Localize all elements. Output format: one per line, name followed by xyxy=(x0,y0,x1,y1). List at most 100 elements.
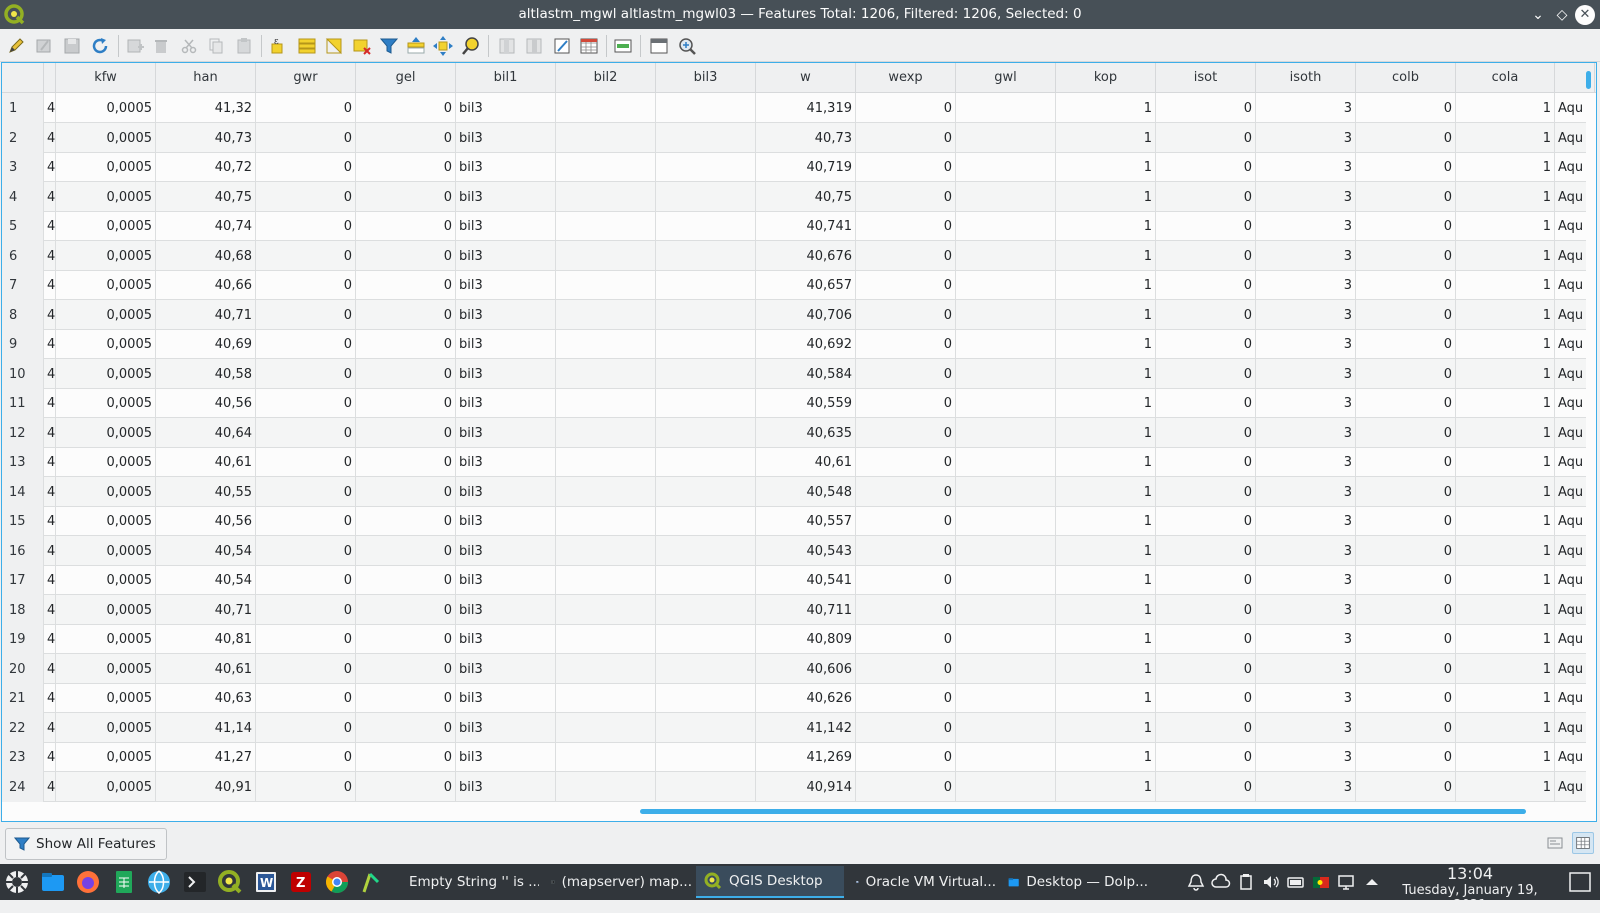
table-cell[interactable]: 40,559 xyxy=(756,388,856,418)
show-all-features-button[interactable]: Show All Features xyxy=(5,828,167,860)
table-cell[interactable]: 0 xyxy=(256,329,356,359)
table-cell[interactable] xyxy=(956,535,1056,566)
spreadsheet-icon[interactable] xyxy=(110,868,138,896)
table-cell[interactable]: 0 xyxy=(1356,358,1456,389)
table-cell[interactable]: bil3 xyxy=(456,742,556,772)
table-cell[interactable]: 1 xyxy=(1456,447,1555,477)
table-cell[interactable] xyxy=(556,211,656,241)
table-row[interactable]: 11 4 0,0005 40,56 0 0 bil3 40,559 0 1 0 3 0 1 Aqu xyxy=(2,388,1586,418)
table-row[interactable]: 24 4 0,0005 40,91 0 0 bil3 40,914 0 1 0 3 0 1 Aqu xyxy=(2,771,1586,802)
table-cell[interactable]: 3 xyxy=(1256,506,1356,536)
table-cell[interactable]: 1 xyxy=(1056,329,1156,359)
table-cell[interactable]: 0,0005 xyxy=(56,476,156,507)
table-cell[interactable]: 0 xyxy=(1356,122,1456,153)
table-row[interactable]: 16 4 0,0005 40,54 0 0 bil3 40,543 0 1 0 3 0 1 Aqu xyxy=(2,535,1586,566)
taskbar-task-5[interactable]: Desktop — Dolp... xyxy=(1000,866,1148,898)
table-cell[interactable] xyxy=(956,388,1056,418)
table-cell[interactable]: 1 xyxy=(1456,329,1555,359)
table-cell[interactable]: 0 xyxy=(356,358,456,389)
table-cell[interactable]: 1 xyxy=(1056,240,1156,271)
table-cell[interactable]: 3 xyxy=(1256,565,1356,595)
header-column-gwr[interactable]: gwr xyxy=(256,63,356,93)
table-cell[interactable]: bil3 xyxy=(456,211,556,241)
table-cell[interactable]: 1 xyxy=(1456,771,1555,802)
table-cell[interactable]: 0 xyxy=(1156,712,1256,743)
table-row[interactable]: 7 4 0,0005 40,66 0 0 bil3 40,657 0 1 0 3 0 1 Aqu xyxy=(2,270,1586,300)
writer-icon[interactable]: W xyxy=(252,868,280,896)
table-cell[interactable]: 4 xyxy=(44,742,56,772)
save-edits-icon[interactable] xyxy=(61,35,83,57)
select-all-icon[interactable] xyxy=(296,35,318,57)
header-column-wexp[interactable]: wexp xyxy=(856,63,956,93)
table-cell[interactable]: 40,72 xyxy=(156,152,256,182)
table-cell[interactable]: 0,0005 xyxy=(56,565,156,595)
pan-to-selection-icon[interactable] xyxy=(432,35,454,57)
taskbar-task-3[interactable]: QGIS Desktop xyxy=(696,866,844,898)
table-row[interactable]: 22 4 0,0005 41,14 0 0 bil3 41,142 0 1 0 3 0 1 Aqu xyxy=(2,712,1586,743)
table-cell[interactable]: Aqu xyxy=(1555,418,1586,448)
table-cell[interactable] xyxy=(556,683,656,713)
maximize-button[interactable]: ◇ xyxy=(1552,5,1572,25)
table-cell[interactable]: 40,68 xyxy=(156,240,256,271)
table-cell[interactable] xyxy=(556,299,656,330)
table-cell[interactable]: 0 xyxy=(856,594,956,625)
table-cell[interactable]: 0 xyxy=(356,240,456,271)
table-cell[interactable] xyxy=(956,506,1056,536)
table-cell[interactable]: 0 xyxy=(856,417,956,448)
table-cell[interactable]: 0,0005 xyxy=(56,447,156,477)
table-cell[interactable]: 0,0005 xyxy=(56,624,156,654)
table-cell[interactable]: 0 xyxy=(356,506,456,536)
table-row[interactable]: 5 4 0,0005 40,74 0 0 bil3 40,741 0 1 0 3 0 1 Aqu xyxy=(2,211,1586,241)
row-number[interactable]: 22 xyxy=(2,712,44,743)
row-number[interactable]: 16 xyxy=(2,535,44,566)
table-cell[interactable]: 0 xyxy=(1156,771,1256,802)
table-cell[interactable]: 0 xyxy=(1156,476,1256,507)
table-row[interactable]: 18 4 0,0005 40,71 0 0 bil3 40,711 0 1 0 3 0 1 Aqu xyxy=(2,594,1586,625)
table-cell[interactable]: 4 xyxy=(44,683,56,713)
table-cell[interactable]: 0 xyxy=(356,417,456,448)
table-cell[interactable]: 0 xyxy=(1356,653,1456,684)
table-cell[interactable] xyxy=(556,388,656,418)
table-cell[interactable]: 1 xyxy=(1456,152,1555,182)
header-corner[interactable] xyxy=(2,63,44,93)
table-cell[interactable]: 1 xyxy=(1056,565,1156,595)
table-cell[interactable]: 40,61 xyxy=(156,653,256,684)
table-row[interactable]: 3 4 0,0005 40,72 0 0 bil3 40,719 0 1 0 3 0 1 Aqu xyxy=(2,152,1586,182)
table-cell[interactable]: 0 xyxy=(356,388,456,418)
deselect-icon[interactable] xyxy=(351,35,373,57)
row-number[interactable]: 14 xyxy=(2,476,44,507)
row-number[interactable]: 10 xyxy=(2,358,44,389)
table-cell[interactable]: 40,63 xyxy=(156,683,256,713)
table-cell[interactable] xyxy=(656,122,756,153)
table-cell[interactable]: 0 xyxy=(856,181,956,212)
table-cell[interactable]: bil3 xyxy=(456,417,556,448)
table-cell[interactable]: Aqu xyxy=(1555,565,1586,595)
header-column-unnamed[interactable] xyxy=(44,63,56,93)
table-cell[interactable] xyxy=(556,329,656,359)
table-cell[interactable]: 0 xyxy=(1156,211,1256,241)
table-cell[interactable]: 40,741 xyxy=(756,211,856,241)
row-number[interactable]: 23 xyxy=(2,742,44,772)
table-cell[interactable] xyxy=(556,565,656,595)
table-cell[interactable]: bil3 xyxy=(456,270,556,300)
table-cell[interactable]: 0 xyxy=(356,181,456,212)
battery-icon[interactable] xyxy=(1286,872,1306,892)
table-cell[interactable]: 4 xyxy=(44,565,56,595)
close-button[interactable]: ✕ xyxy=(1575,5,1595,25)
table-cell[interactable]: 1 xyxy=(1056,506,1156,536)
table-cell[interactable]: 0 xyxy=(856,358,956,389)
table-cell[interactable] xyxy=(556,535,656,566)
table-cell[interactable]: 0,0005 xyxy=(56,653,156,684)
row-number[interactable]: 9 xyxy=(2,329,44,359)
table-cell[interactable]: 4 xyxy=(44,211,56,241)
table-cell[interactable]: 41,32 xyxy=(156,93,256,123)
table-cell[interactable]: 40,626 xyxy=(756,683,856,713)
table-cell[interactable]: bil3 xyxy=(456,122,556,153)
table-cell[interactable]: 0 xyxy=(1356,476,1456,507)
table-cell[interactable]: 3 xyxy=(1256,624,1356,654)
table-cell[interactable]: 0 xyxy=(1156,152,1256,182)
table-cell[interactable]: 3 xyxy=(1256,181,1356,212)
table-cell[interactable]: 4 xyxy=(44,624,56,654)
table-cell[interactable] xyxy=(656,506,756,536)
row-number[interactable]: 18 xyxy=(2,594,44,625)
